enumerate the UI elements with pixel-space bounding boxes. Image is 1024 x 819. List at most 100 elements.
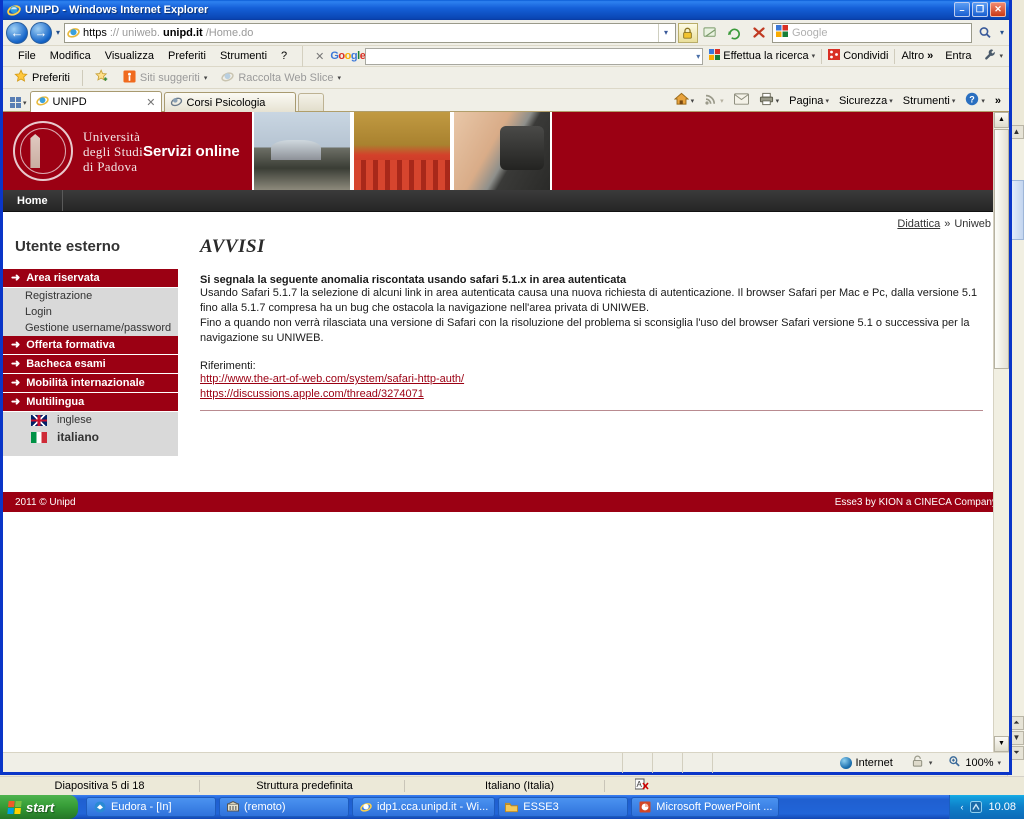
protected-mode-indicator[interactable]: ▾ bbox=[903, 755, 941, 771]
search-go-button[interactable] bbox=[974, 22, 996, 43]
breadcrumb-link-didattica[interactable]: Didattica bbox=[897, 218, 940, 230]
network-icon[interactable] bbox=[969, 801, 982, 814]
google-more-button[interactable]: Altro » bbox=[895, 50, 939, 62]
address-dropdown-button[interactable]: ▾ bbox=[657, 23, 673, 42]
help-menu-button[interactable]: ? ▾ bbox=[961, 92, 989, 109]
sidebar-item-area-riservata[interactable]: ➜ Area riservata bbox=[3, 269, 178, 288]
tab-bar: ▾ UNIPD ✕ Corsi Psicologia ▾ ▾ ▾ Pagina … bbox=[3, 89, 1009, 112]
folder-icon bbox=[505, 801, 519, 814]
chevron-down-icon[interactable]: ▾ bbox=[23, 99, 27, 107]
search-input[interactable]: Google bbox=[771, 22, 972, 43]
new-tab-button[interactable] bbox=[297, 93, 324, 111]
tools-menu-label: Strumenti bbox=[902, 94, 950, 107]
recent-pages-button[interactable]: ▾ bbox=[54, 28, 62, 37]
sidebar-language-inglese[interactable]: inglese bbox=[3, 412, 178, 428]
menu-item-help[interactable]: ? bbox=[274, 48, 294, 64]
compatibility-view-icon[interactable] bbox=[700, 22, 722, 43]
sidebar-item-mobilita-internazionale[interactable]: ➜ Mobilità internazionale bbox=[3, 374, 178, 393]
page-scroll-thumb[interactable] bbox=[994, 129, 1009, 369]
window-title-bar[interactable]: UNIPD - Windows Internet Explorer – ❐ ✕ bbox=[3, 0, 1009, 20]
chevron-down-icon[interactable]: ▾ bbox=[691, 97, 695, 105]
star-icon bbox=[14, 69, 28, 86]
close-icon: ✕ bbox=[315, 50, 325, 63]
back-button[interactable]: ← bbox=[6, 21, 28, 44]
tools-menu-button[interactable]: Strumenti ▾ bbox=[899, 95, 960, 107]
google-share-button[interactable]: Condividi bbox=[822, 49, 894, 63]
favorites-button[interactable]: Preferiti bbox=[9, 68, 75, 87]
tab-close-button[interactable]: ✕ bbox=[146, 96, 155, 109]
reference-link-2[interactable]: https://discussions.apple.com/thread/327… bbox=[200, 387, 983, 402]
observatory-photo bbox=[251, 112, 352, 190]
notice-paragraph-3: Fino a quando non verrà rilasciata una v… bbox=[200, 317, 970, 329]
taskbar-item-eudora[interactable]: Eudora - [In] bbox=[86, 797, 216, 817]
google-search-input[interactable]: ▾ bbox=[365, 47, 704, 65]
add-to-favorites-bar-button[interactable] bbox=[90, 68, 114, 87]
quick-tabs-button[interactable]: ▾ bbox=[7, 97, 30, 111]
menu-item-preferiti[interactable]: Preferiti bbox=[161, 48, 213, 64]
sidebar-language-italiano[interactable]: italiano bbox=[3, 428, 178, 446]
refresh-button[interactable] bbox=[724, 22, 746, 43]
page-menu-button[interactable]: Pagina ▾ bbox=[785, 95, 833, 107]
google-toolbar-close-button[interactable]: ✕ bbox=[309, 50, 330, 63]
menu-item-visualizza[interactable]: Visualizza bbox=[98, 48, 161, 64]
address-input[interactable]: https://uniweb. unipd.it/Home.do ▾ bbox=[64, 22, 676, 43]
google-settings-button[interactable]: ▾ bbox=[977, 48, 1009, 64]
chevron-down-icon[interactable]: ▾ bbox=[776, 97, 780, 105]
taskbar-clock[interactable]: 10.08 bbox=[988, 801, 1016, 813]
zoom-level-control[interactable]: 100% ▾ bbox=[940, 755, 1009, 771]
page-scrollbar[interactable]: ▲ ▼ bbox=[993, 112, 1009, 752]
google-signin-button[interactable]: Entra bbox=[939, 50, 977, 62]
taskbar-item-esse3[interactable]: ESSE3 bbox=[498, 797, 629, 817]
taskbar-item-idp1-cca-unipd[interactable]: idp1.cca.unipd.it - Wi... bbox=[352, 797, 496, 817]
sidebar-item-bacheca-esami[interactable]: ➜ Bacheca esami bbox=[3, 355, 178, 374]
chevron-down-icon: ▾ bbox=[999, 28, 1004, 37]
web-slice-label: Raccolta Web Slice bbox=[238, 71, 334, 84]
security-zone-indicator[interactable]: Internet bbox=[830, 756, 903, 769]
security-lock-icon[interactable] bbox=[677, 22, 698, 43]
sidebar-item-registrazione[interactable]: Registrazione bbox=[3, 288, 178, 304]
menu-item-file[interactable]: File bbox=[11, 48, 43, 64]
command-bar-overflow-button[interactable]: » bbox=[991, 95, 1005, 107]
minimize-button[interactable]: – bbox=[954, 2, 970, 17]
tab-corsi-psicologia[interactable]: Corsi Psicologia bbox=[163, 92, 296, 112]
chevron-down-icon[interactable]: ▾ bbox=[929, 759, 933, 767]
taskbar-item-remoto[interactable]: (remoto) bbox=[219, 797, 349, 817]
web-page-content: Università degli Studi di Padova Servizi… bbox=[3, 112, 1009, 752]
close-button[interactable]: ✕ bbox=[990, 2, 1006, 17]
desktop: ▲ ⏶ ▼ ⏷ Diapositiva 5 di 18 Struttura pr… bbox=[0, 0, 1024, 819]
sidebar-item-offerta-formativa[interactable]: ➜ Offerta formativa bbox=[3, 336, 178, 355]
print-button[interactable]: ▾ bbox=[755, 92, 784, 109]
breadcrumb-separator: » bbox=[944, 218, 951, 230]
feeds-button[interactable]: ▾ bbox=[700, 92, 728, 109]
sidebar-item-multilingua[interactable]: ➜ Multilingua bbox=[3, 393, 178, 412]
suggested-sites-button[interactable]: Siti suggeriti ▾ bbox=[118, 69, 212, 87]
google-search-button[interactable]: Effettua la ricerca ▾ bbox=[703, 49, 821, 63]
page-scroll-down-button[interactable]: ▼ bbox=[994, 736, 1009, 752]
stop-button[interactable] bbox=[748, 22, 770, 43]
read-mail-button[interactable] bbox=[730, 93, 753, 108]
forward-button[interactable]: → bbox=[30, 21, 52, 44]
sidebar-group-label: Area riservata bbox=[26, 272, 100, 284]
sidebar-item-gestione-username-password[interactable]: Gestione username/password bbox=[3, 320, 178, 336]
nav-item-home[interactable]: Home bbox=[3, 190, 63, 211]
search-provider-dropdown[interactable]: ▾ bbox=[998, 28, 1006, 37]
safety-menu-button[interactable]: Sicurezza ▾ bbox=[835, 95, 897, 107]
start-button[interactable]: start bbox=[0, 795, 78, 819]
show-hidden-icons-button[interactable]: ‹ bbox=[960, 802, 963, 812]
web-slice-gallery-button[interactable]: Raccolta Web Slice ▾ bbox=[216, 69, 346, 87]
page-scroll-up-button[interactable]: ▲ bbox=[994, 112, 1009, 128]
home-button[interactable]: ▾ bbox=[670, 92, 699, 109]
menu-item-modifica[interactable]: Modifica bbox=[43, 48, 98, 64]
maximize-button[interactable]: ❐ bbox=[972, 2, 988, 17]
zoom-level-label: 100% bbox=[965, 756, 994, 769]
taskbar-item-label: Eudora - [In] bbox=[111, 801, 172, 813]
sidebar-item-login[interactable]: Login bbox=[3, 304, 178, 320]
site-logo[interactable]: Università degli Studi di Padova bbox=[3, 112, 143, 190]
spellcheck-icon[interactable]: A bbox=[634, 778, 649, 794]
reference-link-1[interactable]: http://www.the-art-of-web.com/system/saf… bbox=[200, 372, 983, 387]
taskbar-item-powerpoint[interactable]: Microsoft PowerPoint ... bbox=[631, 797, 780, 817]
menu-item-strumenti[interactable]: Strumenti bbox=[213, 48, 274, 64]
chevron-down-icon[interactable]: ▾ bbox=[997, 759, 1001, 767]
tab-unipd[interactable]: UNIPD ✕ bbox=[29, 91, 162, 112]
chevron-down-icon[interactable]: ▾ bbox=[696, 52, 700, 61]
